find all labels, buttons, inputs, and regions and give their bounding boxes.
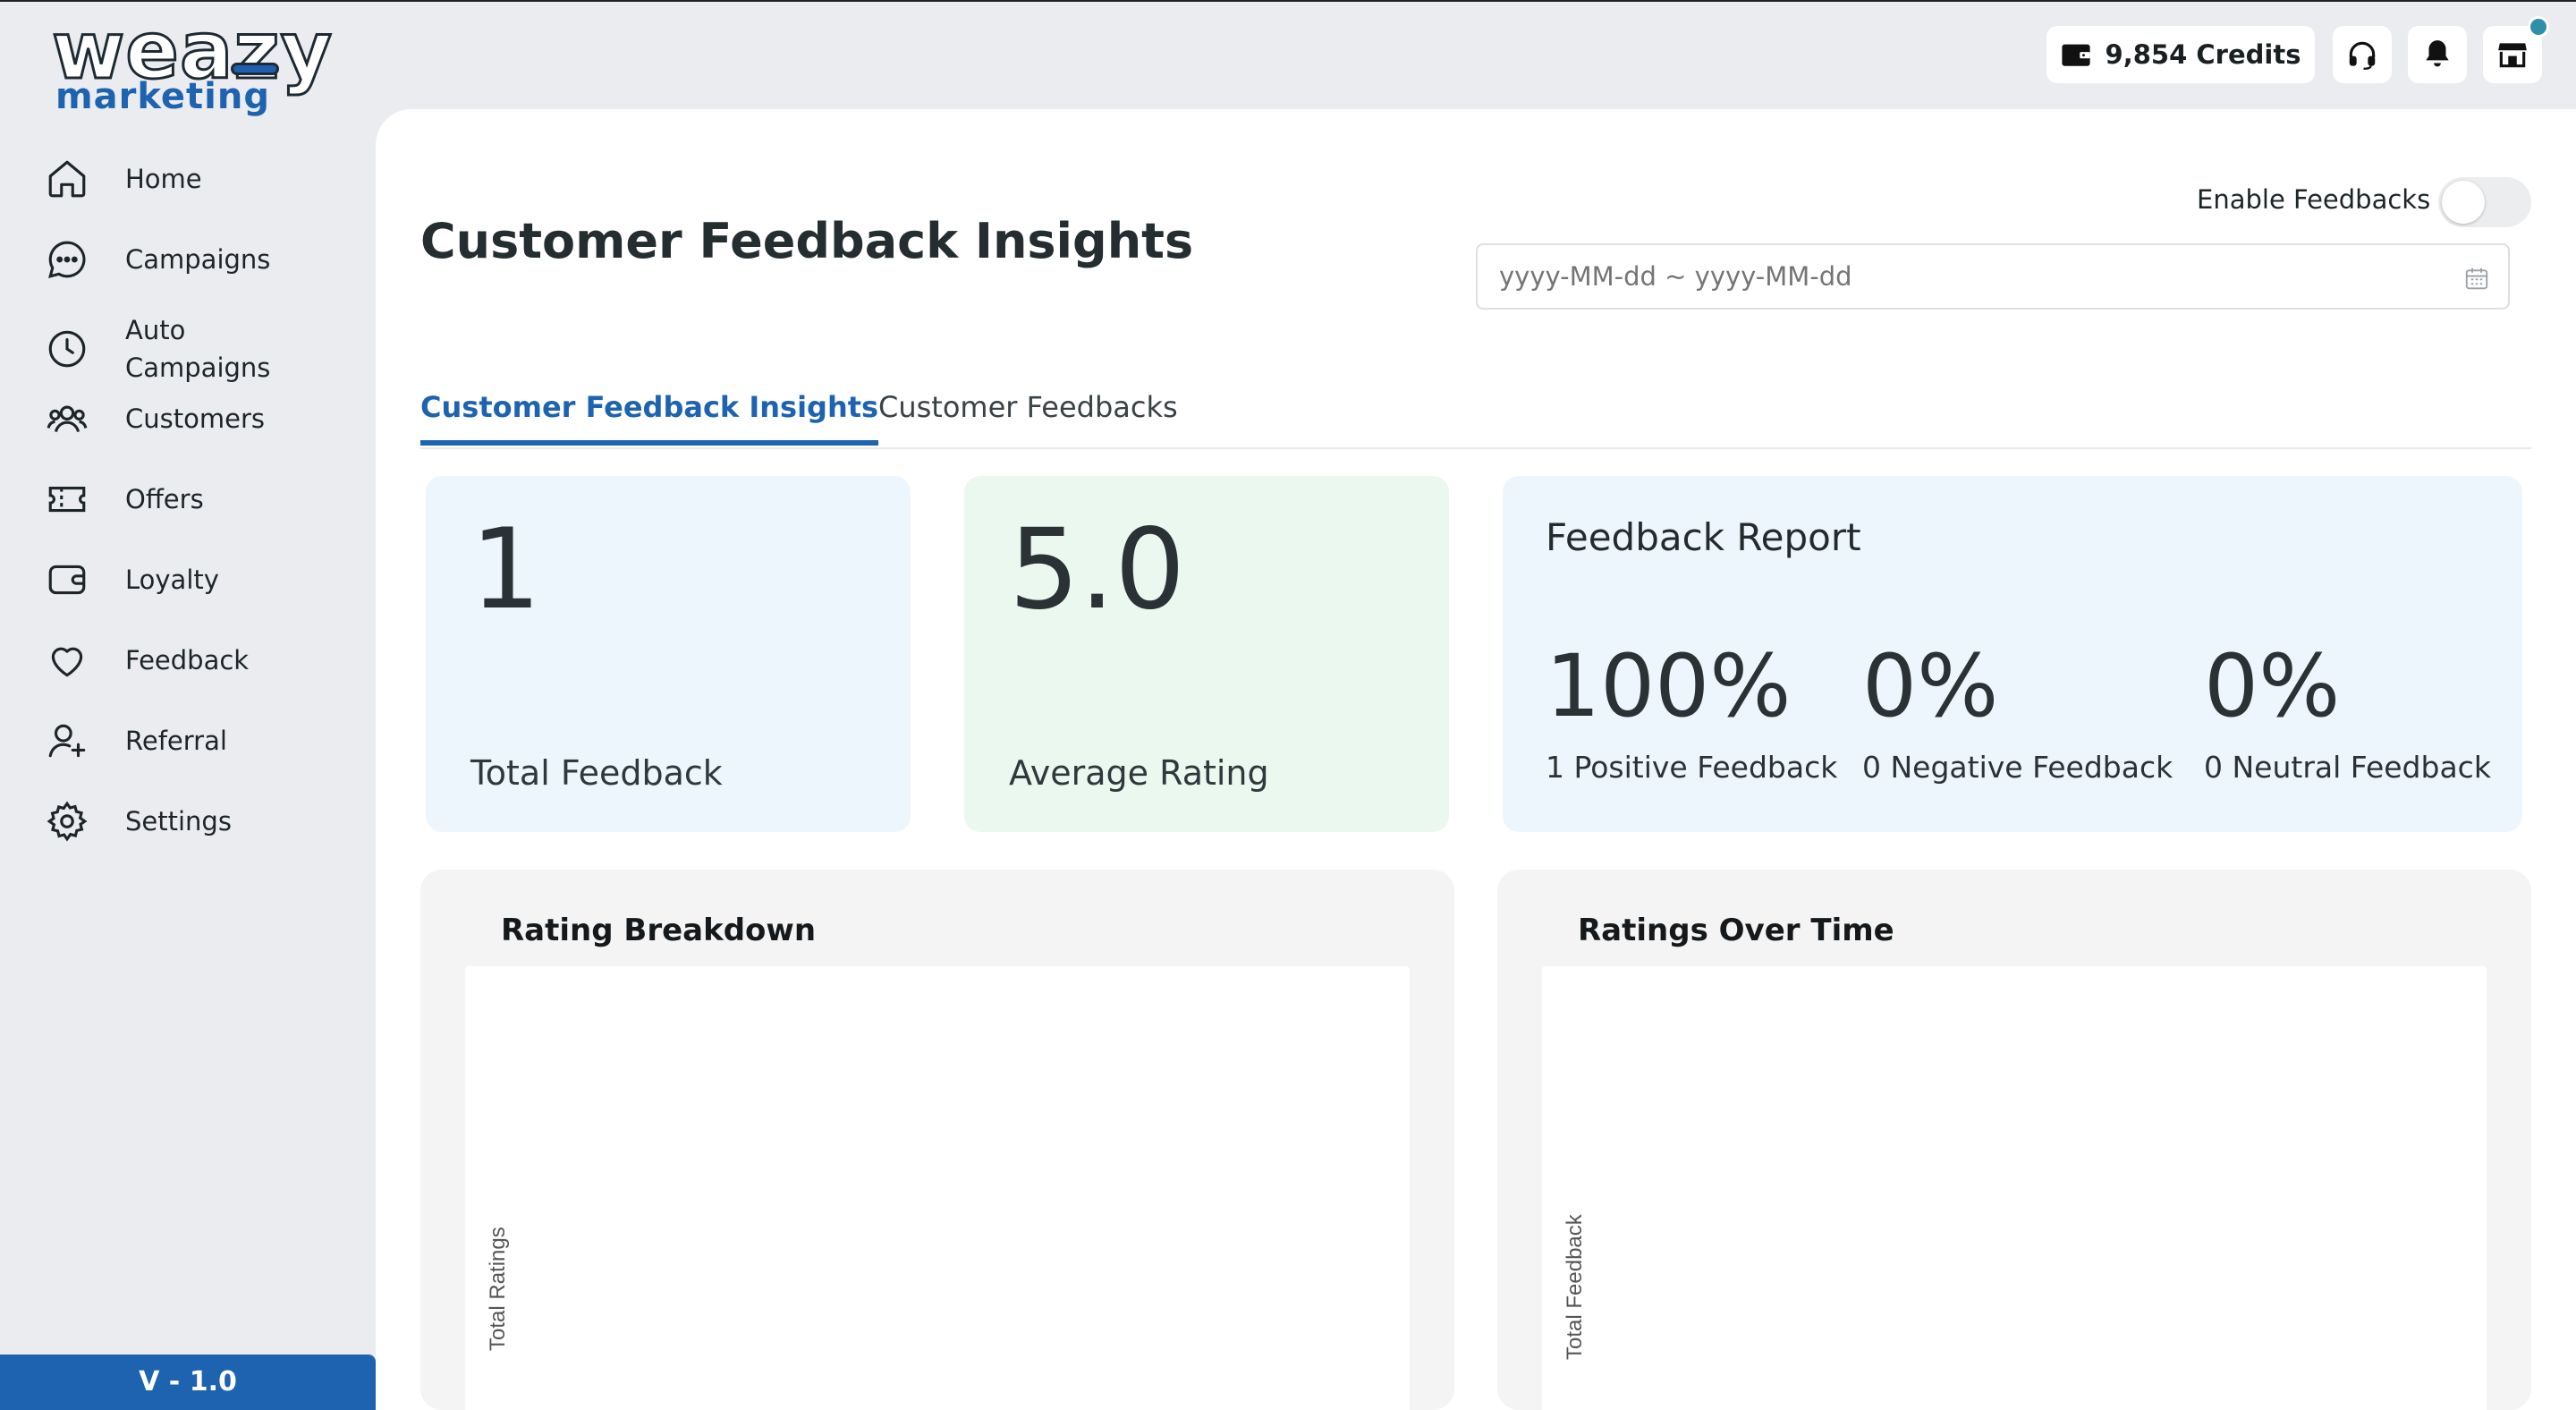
ratings-over-time-ylabel: Total Feedback	[1563, 1213, 1587, 1360]
sidebar-item-loyalty[interactable]: Loyalty	[0, 544, 376, 616]
home-icon	[45, 157, 89, 201]
rating-breakdown-chart: Total Ratings	[465, 966, 1410, 1410]
users-icon	[45, 396, 89, 441]
total-feedback-card: 1 Total Feedback	[426, 476, 911, 832]
notifications-button[interactable]	[2408, 26, 2467, 83]
store-icon	[2498, 43, 2527, 68]
window-top-border	[0, 0, 2576, 2]
ratings-over-time-chart: Total Feedback	[1542, 966, 2487, 1410]
rating-breakdown-ylabel: Total Ratings	[486, 1227, 510, 1351]
notification-dot	[2528, 16, 2549, 38]
positive-percent: 100%	[1546, 636, 1792, 736]
chat-icon	[45, 237, 89, 282]
positive-feedback-stat: 100% 1 Positive Feedback	[1546, 637, 1837, 785]
feedback-report-card: Feedback Report 100% 1 Positive Feedback…	[1503, 476, 2522, 832]
gear-icon	[45, 799, 89, 844]
clock-icon	[45, 327, 89, 371]
sidebar-item-label: Campaigns	[125, 244, 271, 275]
credits-label: 9,854 Credits	[2105, 39, 2301, 70]
sidebar-item-home[interactable]: Home	[0, 143, 376, 215]
bell-icon	[2426, 40, 2449, 67]
sidebar-item-feedback[interactable]: Feedback	[0, 624, 376, 696]
sidebar-item-label: Customers	[125, 403, 265, 434]
neutral-feedback-stat: 0% 0 Neutral Feedback	[2204, 637, 2491, 785]
sidebar-item-label: Referral	[125, 726, 227, 756]
sidebar-item-label: Home	[125, 164, 202, 194]
tab-bar: Customer Feedback Insights Customer Feed…	[420, 378, 2531, 449]
version-badge: V - 1.0	[0, 1355, 376, 1410]
wallet-icon	[45, 557, 89, 602]
average-rating-label: Average Rating	[1009, 753, 1269, 793]
heart-icon	[45, 638, 89, 683]
logo-subtitle: marketing	[55, 76, 270, 117]
headset-icon	[2349, 41, 2376, 71]
total-feedback-label: Total Feedback	[470, 753, 723, 793]
sidebar-item-campaigns[interactable]: Campaigns	[0, 224, 376, 295]
total-feedback-value: 1	[470, 505, 541, 634]
positive-label: 1 Positive Feedback	[1546, 750, 1838, 785]
app-logo[interactable]: weazy marketing	[51, 9, 334, 118]
sidebar-item-label: Loyalty	[125, 565, 219, 595]
ticket-icon	[45, 477, 89, 522]
sidebar-item-referral[interactable]: Referral	[0, 705, 376, 777]
rating-breakdown-title: Rating Breakdown	[501, 913, 817, 948]
average-rating-card: 5.0 Average Rating	[964, 476, 1449, 832]
page-title: Customer Feedback Insights	[420, 213, 1194, 269]
credits-button[interactable]: 9,854 Credits	[2046, 26, 2315, 83]
ratings-over-time-card: Ratings Over Time Total Feedback	[1497, 870, 2531, 1410]
enable-feedbacks-label: Enable Feedbacks	[2197, 184, 2431, 215]
negative-feedback-stat: 0% 0 Negative Feedback	[1862, 637, 2173, 785]
date-range-input[interactable]	[1499, 261, 2394, 292]
logo-swoosh	[231, 63, 279, 75]
tab-customer-feedbacks[interactable]: Customer Feedbacks	[878, 390, 1178, 440]
toggle-knob	[2442, 181, 2485, 224]
feedback-report-title: Feedback Report	[1546, 515, 1861, 559]
sidebar-item-label: Auto Campaigns	[125, 315, 271, 383]
neutral-label: 0 Neutral Feedback	[2204, 750, 2491, 785]
enable-feedbacks-toggle[interactable]	[2438, 177, 2531, 227]
tab-customer-feedback-insights[interactable]: Customer Feedback Insights	[420, 390, 879, 446]
support-button[interactable]	[2333, 26, 2392, 83]
sidebar-item-auto-campaigns[interactable]: Auto Campaigns	[0, 304, 376, 394]
sidebar-item-label: Offers	[125, 484, 204, 514]
rating-breakdown-card: Rating Breakdown Total Ratings	[420, 870, 1454, 1410]
ratings-over-time-title: Ratings Over Time	[1578, 913, 1894, 948]
sidebar-item-label: Settings	[125, 806, 232, 837]
sidebar-item-customers[interactable]: Customers	[0, 383, 376, 454]
rating-breakdown-svg: Total Ratings	[486, 1227, 510, 1351]
ratings-over-time-svg: Total Feedback	[1563, 1213, 1587, 1360]
wallet-icon	[2061, 44, 2090, 66]
user-plus-icon	[45, 718, 89, 763]
main-panel: Customer Feedback Insights Enable Feedba…	[376, 109, 2576, 1410]
date-range-picker[interactable]	[1476, 243, 2510, 310]
sidebar-item-label: Feedback	[125, 645, 250, 675]
negative-percent: 0%	[1862, 636, 1999, 736]
average-rating-value: 5.0	[1009, 505, 1186, 634]
sidebar-item-settings[interactable]: Settings	[0, 786, 376, 857]
neutral-percent: 0%	[2204, 636, 2341, 736]
sidebar: weazy marketing Home Campaigns Auto Camp…	[0, 0, 376, 1410]
sidebar-item-offers[interactable]: Offers	[0, 463, 376, 535]
calendar-icon[interactable]	[2463, 265, 2490, 292]
negative-label: 0 Negative Feedback	[1862, 750, 2174, 785]
